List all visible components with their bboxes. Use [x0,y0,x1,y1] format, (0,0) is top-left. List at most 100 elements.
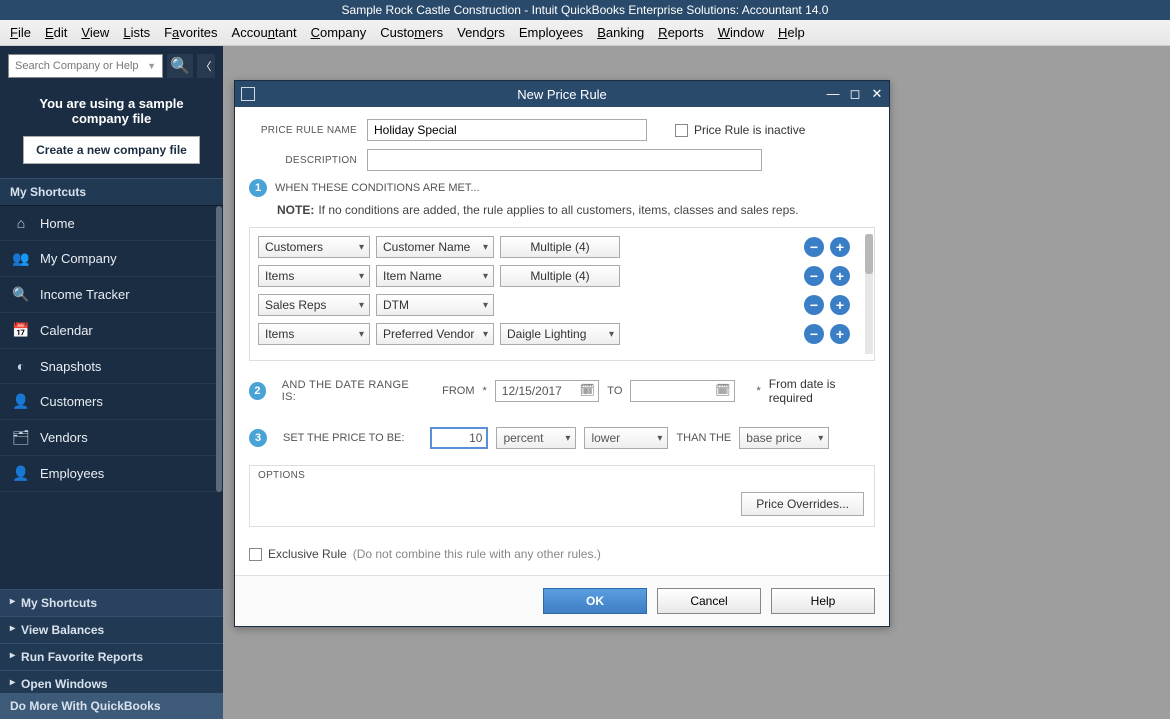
do-more-link[interactable]: Do More With QuickBooks [0,693,223,719]
sample-line1: You are using a sample [12,96,211,111]
conditions-note: NOTE:If no conditions are added, the rul… [277,203,875,217]
nav-label: Employees [40,466,104,481]
required-asterisk: * [483,385,487,397]
conditions-scrollbar[interactable] [865,234,873,354]
section-label: View Balances [21,623,104,637]
scrollbar-thumb[interactable] [865,234,873,274]
price-unit-select[interactable]: percent [496,427,576,449]
new-price-rule-dialog: New Price Rule — ◻ ✕ PRICE RULE NAME Pri… [234,80,890,627]
menu-employees[interactable]: Employees [519,25,583,40]
price-base-select[interactable]: base price [739,427,829,449]
minimize-button[interactable]: — [825,86,841,102]
sample-file-notice: You are using a sample company file Crea… [0,86,223,178]
menu-accountant[interactable]: Accountant [232,25,297,40]
menu-help[interactable]: Help [778,25,805,40]
nav-calendar[interactable]: 📅Calendar [0,313,223,349]
inactive-checkbox[interactable] [675,124,688,137]
cancel-button[interactable]: Cancel [657,588,761,614]
menu-customers[interactable]: Customers [380,25,443,40]
description-input[interactable] [367,149,762,171]
remove-condition-button[interactable]: − [804,237,824,257]
create-company-button[interactable]: Create a new company file [23,136,200,164]
nav-employees[interactable]: 👤Employees [0,456,223,492]
cond-field-select[interactable]: Preferred Vendor [376,323,494,345]
chevron-left-icon: 〈 [201,58,212,74]
search-input[interactable]: Search Company or Help ▼ [8,54,163,78]
cond-field-select[interactable]: DTM [376,294,494,316]
step-3-label: SET THE PRICE TO BE: [283,432,404,444]
section-run-reports[interactable]: ▸Run Favorite Reports [0,643,223,670]
snapshot-icon: ◐ [12,358,30,374]
cond-value-select[interactable]: Daigle Lighting [500,323,620,345]
nav-label: Snapshots [40,359,101,374]
step-2-badge: 2 [249,382,266,400]
to-date-input[interactable]: 🗓 [630,380,735,402]
options-header: OPTIONS [249,465,875,485]
price-amount-input[interactable]: 10 [430,427,488,449]
description-label: DESCRIPTION [249,155,367,166]
cond-type-select[interactable]: Sales Reps [258,294,370,316]
income-icon: 🔍 [12,286,30,303]
price-overrides-button[interactable]: Price Overrides... [741,492,864,516]
add-condition-button[interactable]: + [830,324,850,344]
cond-type-select[interactable]: Items [258,265,370,287]
from-date-input[interactable]: 12/15/2017 🗓 [495,380,600,402]
exclusive-checkbox[interactable] [249,548,262,561]
menu-company[interactable]: Company [311,25,367,40]
menu-favorites[interactable]: Favorites [164,25,217,40]
remove-condition-button[interactable]: − [804,295,824,315]
close-button[interactable]: ✕ [869,86,885,102]
ok-button[interactable]: OK [543,588,647,614]
nav-income-tracker[interactable]: 🔍Income Tracker [0,277,223,313]
price-direction-select[interactable]: lower [584,427,668,449]
nav-home[interactable]: ⌂Home [0,206,223,241]
step-1-label: WHEN THESE CONDITIONS ARE MET... [275,182,480,194]
nav-label: Vendors [40,430,88,445]
add-condition-button[interactable]: + [830,295,850,315]
menu-reports[interactable]: Reports [658,25,704,40]
menu-vendors[interactable]: Vendors [457,25,505,40]
arrow-icon: ▸ [10,650,15,661]
cond-type-select[interactable]: Items [258,323,370,345]
maximize-button[interactable]: ◻ [847,86,863,102]
nav-customers[interactable]: 👤Customers [0,384,223,420]
from-label: FROM [442,385,474,397]
step-2-label: AND THE DATE RANGE IS: [282,379,417,403]
remove-condition-button[interactable]: − [804,324,824,344]
cond-value-button[interactable]: Multiple (4) [500,265,620,287]
cond-field-select[interactable]: Customer Name [376,236,494,258]
section-view-balances[interactable]: ▸ View Balances [0,616,223,643]
search-button[interactable]: 🔍 [167,54,193,78]
menu-file[interactable]: File [10,25,31,40]
section-my-shortcuts[interactable]: ▸My Shortcuts [0,589,223,616]
price-rule-name-input[interactable] [367,119,647,141]
nav-snapshots[interactable]: ◐ Snapshots [0,349,223,384]
menu-window[interactable]: Window [718,25,764,40]
arrow-icon: ▸ [10,623,15,634]
menu-edit[interactable]: Edit [45,25,67,40]
chevron-down-icon[interactable]: ▼ [147,61,156,71]
conditions-box: Customers Customer Name Multiple (4) − +… [249,227,875,361]
nav-label: Home [40,216,75,231]
calendar-icon[interactable]: 🗓 [715,383,731,399]
calendar-icon: 📅 [12,322,30,339]
add-condition-button[interactable]: + [830,237,850,257]
cond-value-button[interactable]: Multiple (4) [500,236,620,258]
search-placeholder: Search Company or Help [15,60,139,72]
cond-type-select[interactable]: Customers [258,236,370,258]
nav-my-company[interactable]: 👥My Company [0,241,223,277]
menu-banking[interactable]: Banking [597,25,644,40]
nav-vendors[interactable]: 🗂Vendors [0,420,223,456]
sample-line2: company file [12,111,211,126]
dialog-button-row: OK Cancel Help [235,575,889,626]
collapse-panel-button[interactable]: 〈 [197,54,215,78]
calendar-icon[interactable]: 🗓 [579,383,595,399]
dialog-title: New Price Rule [235,87,889,102]
dialog-titlebar[interactable]: New Price Rule — ◻ ✕ [235,81,889,107]
menu-view[interactable]: View [81,25,109,40]
remove-condition-button[interactable]: − [804,266,824,286]
add-condition-button[interactable]: + [830,266,850,286]
help-button[interactable]: Help [771,588,875,614]
cond-field-select[interactable]: Item Name [376,265,494,287]
menu-lists[interactable]: Lists [123,25,150,40]
